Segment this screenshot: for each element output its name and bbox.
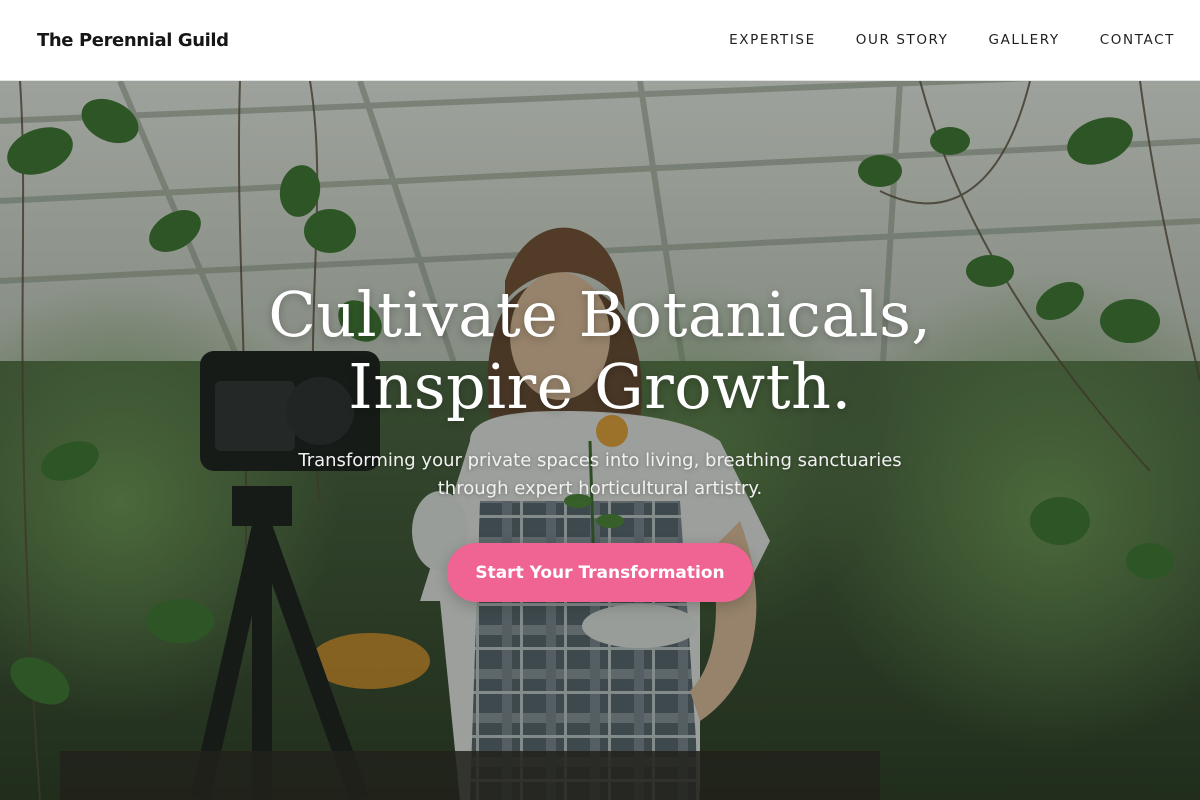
hero-subtitle-line-2: through expert horticultural artistry. [437,478,763,499]
hero-subtitle: Transforming your private spaces into li… [0,447,1200,503]
nav-links: EXPERTISE OUR STORY GALLERY CONTACT [689,32,1175,48]
top-navigation-bar: The Perennial Guild EXPERTISE OUR STORY … [0,0,1200,81]
nav-link-contact[interactable]: CONTACT [1100,32,1175,48]
hero-subtitle-line-1: Transforming your private spaces into li… [298,450,902,471]
hero-title: Cultivate Botanicals, Inspire Growth. [0,279,1200,423]
hero-title-line-1: Cultivate Botanicals, [268,278,932,351]
nav-link-gallery[interactable]: GALLERY [989,32,1060,48]
start-transformation-button[interactable]: Start Your Transformation [447,543,753,602]
hero-content: Cultivate Botanicals, Inspire Growth. Tr… [0,81,1200,800]
nav-link-expertise[interactable]: EXPERTISE [729,32,816,48]
nav-link-our-story[interactable]: OUR STORY [856,32,949,48]
hero-section: Cultivate Botanicals, Inspire Growth. Tr… [0,81,1200,800]
brand-logo-text[interactable]: The Perennial Guild [37,30,229,51]
hero-title-line-2: Inspire Growth. [348,350,852,423]
